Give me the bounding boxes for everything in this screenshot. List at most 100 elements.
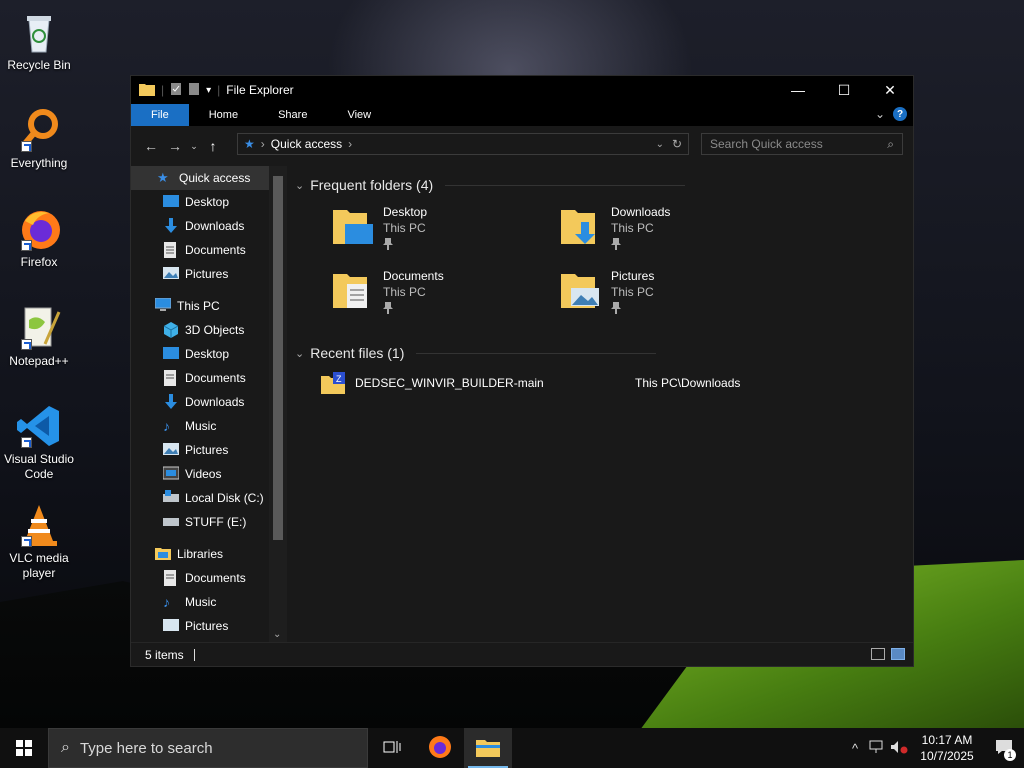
firefox-icon bbox=[428, 735, 452, 762]
close-button[interactable]: ✕ bbox=[867, 76, 913, 104]
start-button[interactable] bbox=[0, 728, 48, 768]
desktop-icon-firefox[interactable]: Firefox bbox=[0, 205, 78, 270]
forward-arrow-icon[interactable]: → bbox=[163, 138, 187, 154]
desktop-icon-notepad-plus-plus[interactable]: Notepad++ bbox=[0, 304, 78, 369]
scrollbar-thumb[interactable] bbox=[273, 176, 283, 540]
nav-item-libraries[interactable]: Libraries bbox=[131, 542, 287, 566]
expand-ribbon-chevron-icon[interactable]: ⌄ bbox=[875, 107, 885, 121]
nav-item-qa-documents[interactable]: Documents bbox=[131, 238, 287, 262]
nav-item-pc-desktop[interactable]: Desktop bbox=[131, 342, 287, 366]
maximize-button[interactable]: ☐ bbox=[821, 76, 867, 104]
volume-muted-icon[interactable] bbox=[888, 740, 910, 757]
recent-file-name: DEDSEC_WINVIR_BUILDER-main bbox=[355, 376, 544, 390]
desktop-icon-label: Firefox bbox=[20, 255, 58, 269]
customize-qat-icon[interactable]: ▾ bbox=[206, 85, 211, 96]
notification-center-button[interactable]: 1 bbox=[984, 739, 1024, 761]
tile-pictures[interactable]: Pictures This PC bbox=[561, 268, 789, 316]
nav-item-qa-desktop[interactable]: Desktop bbox=[131, 190, 287, 214]
drive-icon bbox=[163, 514, 179, 530]
recent-locations-chevron-icon[interactable]: ⌄ bbox=[187, 141, 201, 152]
nav-item-pc-music[interactable]: ♪ Music bbox=[131, 414, 287, 438]
desktop-icon-vscode[interactable]: Visual Studio Code bbox=[0, 402, 78, 482]
network-icon[interactable] bbox=[866, 740, 888, 757]
nav-item-lib-pictures[interactable]: Pictures bbox=[131, 614, 287, 638]
nav-item-quick-access[interactable]: ★ Quick access bbox=[131, 166, 287, 190]
documents-icon bbox=[163, 242, 179, 258]
nav-item-lib-documents[interactable]: Documents bbox=[131, 566, 287, 590]
nav-item-pc-videos[interactable]: Videos bbox=[131, 462, 287, 486]
nav-item-3d-objects[interactable]: 3D Objects bbox=[131, 318, 287, 342]
minimize-button[interactable]: — bbox=[775, 76, 821, 104]
back-arrow-icon[interactable]: ← bbox=[139, 138, 163, 154]
desktop-icon-everything[interactable]: Everything bbox=[0, 106, 78, 171]
group-title: Frequent folders (4) bbox=[310, 177, 434, 193]
desktop-icon-recycle-bin[interactable]: Recycle Bin bbox=[0, 8, 78, 73]
nav-item-qa-pictures[interactable]: Pictures bbox=[131, 262, 287, 286]
details-view-icon[interactable] bbox=[871, 648, 885, 660]
window-controls: — ☐ ✕ bbox=[775, 76, 913, 104]
search-input[interactable]: Search Quick access ⌕ bbox=[701, 133, 903, 155]
star-icon: ★ bbox=[244, 137, 255, 151]
help-icon[interactable]: ? bbox=[893, 107, 907, 121]
group-header-recent[interactable]: ⌄ Recent files (1) bbox=[295, 338, 913, 368]
taskbar-file-explorer[interactable] bbox=[464, 728, 512, 768]
tile-desktop[interactable]: Desktop This PC bbox=[333, 204, 561, 252]
nav-item-this-pc[interactable]: This PC bbox=[131, 294, 287, 318]
refresh-icon[interactable]: ↻ bbox=[672, 137, 682, 151]
nav-label: Videos bbox=[185, 467, 222, 481]
clock-date: 10/7/2025 bbox=[920, 749, 974, 763]
collapse-chevron-icon[interactable]: ⌄ bbox=[295, 179, 304, 192]
nav-label: Pictures bbox=[185, 619, 229, 633]
shortcut-arrow-icon bbox=[21, 339, 32, 350]
documents-icon bbox=[163, 370, 179, 386]
nav-label: 3D Objects bbox=[185, 323, 245, 337]
nav-item-qa-downloads[interactable]: Downloads bbox=[131, 214, 287, 238]
show-hidden-icons-chevron-icon[interactable]: ^ bbox=[844, 741, 866, 756]
desktop-icon-vlc[interactable]: VLC media player bbox=[0, 501, 78, 581]
taskbar-search-box[interactable]: ⌕ Type here to search bbox=[48, 728, 368, 768]
desktop-icon-label: Everything bbox=[10, 156, 68, 170]
navigation-scrollbar[interactable]: ⌄ bbox=[269, 166, 287, 642]
nav-item-pc-pictures[interactable]: Pictures bbox=[131, 438, 287, 462]
downloads-icon bbox=[163, 394, 179, 410]
svg-text:Z: Z bbox=[336, 374, 342, 384]
group-header-frequent[interactable]: ⌄ Frequent folders (4) bbox=[295, 170, 913, 200]
explorer-body: ★ Quick access Desktop Downloads Documen… bbox=[131, 166, 913, 642]
nav-label: Local Disk (C:) bbox=[185, 491, 264, 505]
desktop-folder-icon bbox=[163, 346, 179, 362]
taskbar-firefox[interactable] bbox=[416, 728, 464, 768]
tab-share[interactable]: Share bbox=[258, 104, 327, 126]
address-bar[interactable]: ★ › Quick access › ⌄ ↻ bbox=[237, 133, 689, 155]
search-icon: ⌕ bbox=[887, 137, 894, 151]
pin-icon bbox=[383, 302, 393, 314]
properties-icon[interactable] bbox=[170, 82, 182, 99]
nav-item-stuff-e[interactable]: STUFF (E:) bbox=[131, 510, 287, 534]
nav-label: Pictures bbox=[185, 443, 229, 457]
clock[interactable]: 10:17 AM 10/7/2025 bbox=[910, 732, 984, 764]
nav-item-local-disk-c[interactable]: Local Disk (C:) bbox=[131, 486, 287, 510]
large-icons-view-icon[interactable] bbox=[891, 648, 905, 660]
new-folder-icon[interactable] bbox=[188, 82, 200, 99]
search-icon: ⌕ bbox=[61, 739, 70, 756]
nav-item-lib-music[interactable]: ♪ Music bbox=[131, 590, 287, 614]
tab-view[interactable]: View bbox=[327, 104, 391, 126]
task-view-button[interactable] bbox=[368, 728, 416, 768]
tile-downloads[interactable]: Downloads This PC bbox=[561, 204, 789, 252]
breadcrumb-quick-access[interactable]: Quick access bbox=[271, 137, 342, 151]
tile-documents[interactable]: Documents This PC bbox=[333, 268, 561, 316]
scroll-down-chevron-icon[interactable]: ⌄ bbox=[273, 629, 281, 640]
nav-item-pc-documents[interactable]: Documents bbox=[131, 366, 287, 390]
taskbar-search-placeholder: Type here to search bbox=[79, 739, 213, 757]
nav-label: Documents bbox=[185, 243, 246, 257]
collapse-chevron-icon[interactable]: ⌄ bbox=[295, 347, 304, 360]
nav-item-pc-downloads[interactable]: Downloads bbox=[131, 390, 287, 414]
tab-home[interactable]: Home bbox=[189, 104, 258, 126]
recent-file-row[interactable]: Z DEDSEC_WINVIR_BUILDER-main This PC\Dow… bbox=[295, 368, 913, 398]
tab-file[interactable]: File bbox=[131, 104, 189, 126]
qat-separator: | bbox=[161, 83, 165, 97]
up-arrow-icon[interactable]: ↑ bbox=[201, 138, 225, 154]
title-bar[interactable]: | ▾ | File Explorer — ☐ ✕ bbox=[131, 76, 913, 104]
nav-label: Libraries bbox=[177, 547, 224, 561]
address-dropdown-chevron-icon[interactable]: ⌄ bbox=[656, 139, 664, 150]
breadcrumb-chevron-icon[interactable]: › bbox=[348, 137, 352, 151]
